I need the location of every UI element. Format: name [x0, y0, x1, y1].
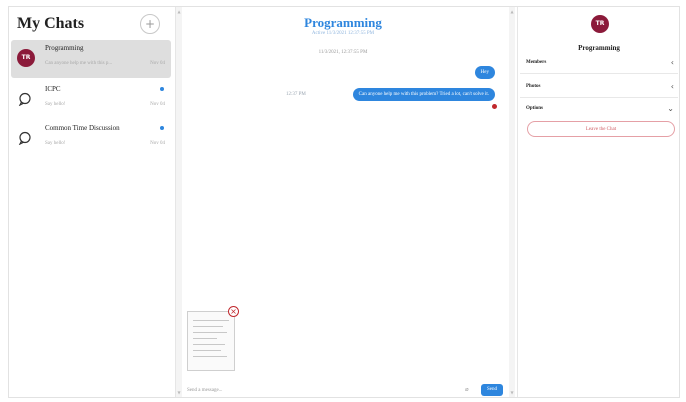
divider — [520, 73, 678, 74]
new-chat-button[interactable]: + — [140, 14, 160, 34]
chat-details-name: Programming — [578, 44, 620, 52]
conversation-subtitle: Active 11/3/2021 12:37:55 PM — [311, 31, 375, 36]
unread-indicator — [160, 126, 164, 130]
scroll-down-icon[interactable]: ▼ — [509, 390, 515, 395]
chat-name: Programming — [45, 44, 84, 52]
chat-date: Nov 04 — [150, 141, 165, 146]
chat-date: Nov 04 — [150, 61, 165, 66]
chat-details-panel: TR Programming Members ‹ Photos ‹ Option… — [517, 7, 680, 397]
remove-attachment-icon[interactable]: × — [228, 306, 239, 317]
attachment-thumbnail[interactable] — [187, 311, 235, 371]
leave-chat-button[interactable]: Leave the Chat — [527, 121, 675, 137]
chat-preview: Can anyone help me with this p... — [45, 61, 113, 66]
avatar: TR — [17, 49, 35, 67]
send-button[interactable]: Send — [481, 384, 503, 396]
chat-bubble-icon — [18, 131, 31, 145]
left-scrollbar[interactable]: ▲ ▼ — [176, 7, 182, 397]
message-time: 12:37 PM — [286, 92, 306, 97]
chat-preview: Say hello! — [45, 141, 66, 146]
chat-list-panel: My Chats + TR Programming Can anyone hel… — [9, 7, 176, 397]
conversation-scrollbar[interactable]: ▲ ▼ — [509, 7, 515, 397]
chevron-left-icon: ‹ — [670, 82, 674, 91]
chat-item-icpc[interactable]: ICPC Say hello! Nov 04 — [11, 81, 171, 119]
chat-list-title: My Chats — [17, 15, 85, 32]
scroll-up-icon[interactable]: ▲ — [509, 9, 515, 14]
avatar: TR — [591, 15, 609, 33]
section-label: Members — [526, 60, 547, 65]
scroll-down-icon[interactable]: ▼ — [176, 390, 182, 395]
section-label: Photos — [526, 84, 541, 89]
message-input[interactable]: Send a message... — [187, 385, 457, 397]
chat-name: ICPC — [45, 85, 61, 93]
message-bubble: Can anyone help me with this problem? Tr… — [352, 88, 495, 101]
section-options[interactable]: Options ⌄ — [520, 103, 678, 115]
conversation-title: Programming — [304, 15, 382, 30]
app-window: My Chats + TR Programming Can anyone hel… — [8, 6, 680, 398]
message-error-icon — [492, 104, 497, 109]
conversation-panel: Programming Active 11/3/2021 12:37:55 PM… — [183, 7, 503, 397]
chat-bubble-icon — [18, 92, 31, 106]
section-photos[interactable]: Photos ‹ — [520, 81, 678, 93]
chat-preview: Say hello! — [45, 102, 66, 107]
divider — [520, 97, 678, 98]
chat-item-programming[interactable]: TR Programming Can anyone help me with t… — [11, 40, 171, 78]
chat-item-common-time-discussion[interactable]: Common Time Discussion Say hello! Nov 04 — [11, 120, 171, 158]
chevron-left-icon: ‹ — [670, 58, 674, 67]
chat-date: Nov 04 — [150, 102, 165, 107]
section-members[interactable]: Members ‹ — [520, 57, 678, 69]
message-bubble: Hey — [474, 66, 495, 79]
unread-indicator — [160, 87, 164, 91]
chat-name: Common Time Discussion — [45, 124, 120, 132]
section-label: Options — [526, 106, 543, 111]
scroll-up-icon[interactable]: ▲ — [176, 9, 182, 14]
chevron-down-icon: ⌄ — [667, 104, 674, 113]
date-separator: 11/3/2021, 12:37:55 PM — [318, 50, 368, 55]
paperclip-icon[interactable]: ⌀ — [465, 386, 469, 393]
